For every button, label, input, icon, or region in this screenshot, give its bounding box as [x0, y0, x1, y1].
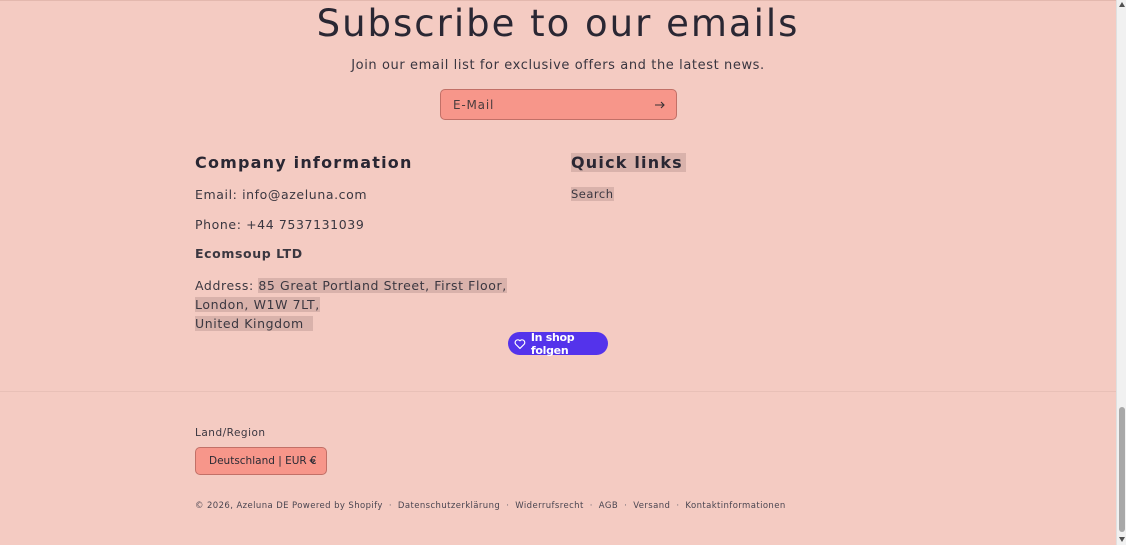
company-phone: Phone: +44 7537131039 [195, 217, 365, 232]
region-selected-value: Deutschland | EUR € [209, 455, 317, 467]
footer-section: Subscribe to our emails Join our email l… [0, 0, 1116, 545]
email-signup-form [440, 89, 677, 120]
store-name-link[interactable]: Azeluna DE [236, 501, 288, 511]
follow-shop-button[interactable]: In shop folgen [508, 330, 608, 357]
quick-link-search[interactable]: Search [571, 187, 614, 201]
newsletter-subtitle: Join our email list for exclusive offers… [351, 58, 765, 73]
footer-links: © 2026, Azeluna DE Powered by Shopify · … [195, 501, 786, 511]
footer-link-privacy[interactable]: Datenschutzerklärung [398, 501, 500, 511]
footer-link-terms[interactable]: AGB [599, 501, 618, 511]
footer-link-contact[interactable]: Kontaktinformationen [685, 501, 785, 511]
address-line2: United Kingdom [195, 316, 304, 331]
powered-by-link[interactable]: Powered by Shopify [292, 501, 383, 511]
quick-links-heading: Quick links [571, 153, 686, 172]
company-email: Email: info@azeluna.com [195, 187, 368, 202]
copyright: © 2026, [195, 501, 234, 511]
arrow-right-icon [655, 101, 665, 109]
footer-link-shipping[interactable]: Versand [633, 501, 670, 511]
footer-link-withdrawal[interactable]: Widerrufsrecht [515, 501, 583, 511]
newsletter-title: Subscribe to our emails [316, 2, 800, 45]
scroll-up-arrow-icon[interactable] [1119, 2, 1125, 7]
email-input[interactable] [453, 96, 643, 114]
subscribe-button[interactable] [652, 97, 668, 113]
region-selector[interactable]: Deutschland | EUR € [195, 447, 327, 475]
chevron-down-icon [309, 459, 316, 464]
company-address: Address: 85 Great Portland Street, First… [195, 276, 555, 333]
follow-button-label: In shop folgen [530, 330, 575, 357]
scrollbar-thumb[interactable] [1119, 407, 1125, 532]
vertical-scrollbar[interactable] [1116, 0, 1126, 545]
scroll-down-arrow-icon[interactable] [1119, 537, 1125, 542]
heart-icon [514, 338, 526, 349]
company-info-heading: Company information [195, 153, 413, 172]
footer-divider [0, 391, 1116, 392]
address-label: Address: [195, 278, 259, 293]
top-border [0, 0, 1116, 1]
region-label: Land/Region [195, 427, 266, 439]
company-name: Ecomsoup LTD [195, 246, 303, 261]
